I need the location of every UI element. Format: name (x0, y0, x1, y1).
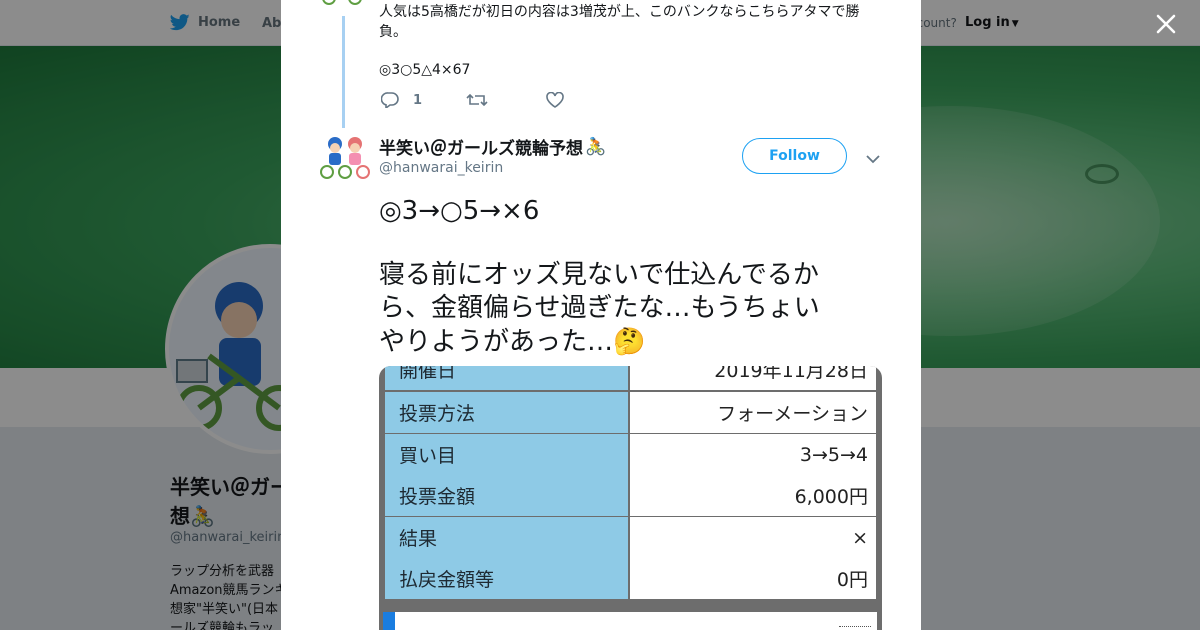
reply-count: 1 (413, 92, 423, 108)
thinking-face-emoji-icon: 🤔 (613, 327, 646, 357)
tweet-author-name-text: 半笑い＠ガールズ競輪予想 (379, 139, 583, 159)
table-row: 投票方法 フォーメーション (385, 392, 876, 433)
previous-tweet-avatar[interactable] (321, 0, 367, 8)
table-row-value: 6,000円 (630, 475, 876, 516)
table-footer-dots (839, 626, 871, 630)
table-row: 払戻金額等 0円 (385, 558, 876, 599)
table-row-value: × (630, 517, 876, 558)
tweet-text-line: 寝る前にオッズ見ないで仕込んでるか (379, 260, 819, 290)
tweet-media-image[interactable]: 開催日 2019年11月28日 投票方法 フォーメーション 買い目 3→5→4 … (379, 366, 882, 630)
table-row: 結果 × (385, 517, 876, 558)
table-row-label: 払戻金額等 (385, 558, 630, 599)
like-icon (546, 92, 564, 108)
table-row: 投票金額 6,000円 (385, 475, 876, 516)
follow-button[interactable]: Follow (742, 138, 847, 174)
tweet-more-menu[interactable] (865, 150, 881, 164)
retweet-icon (466, 93, 488, 107)
tweet-permalink-modal: 人気は5高橋だが初日の内容は3増茂が上、このバンクならこちらアタマで勝負。 ◎3… (281, 0, 921, 630)
table-row-label: 結果 (385, 517, 630, 558)
table-row: 買い目 3→5→4 (385, 434, 876, 475)
tweet-author-avatar[interactable] (319, 134, 371, 180)
table-row-value: 2019年11月28日 (630, 366, 876, 390)
tweet-text-line-last: やりようがあった…🤔 (379, 327, 646, 357)
tweet-text-line: ◎3→○5→×6 (379, 196, 540, 226)
tweet-text-line: ら、金額偏らせ過ぎたな…もうちょい (379, 293, 820, 323)
tweet-author-name[interactable]: 半笑い＠ガールズ競輪予想 🚴 (379, 134, 607, 160)
table-row-label: 買い目 (385, 434, 630, 475)
table-row: 開催日 2019年11月28日 (385, 366, 876, 390)
table-footer-bar (383, 612, 877, 630)
like-button[interactable] (546, 92, 578, 108)
close-button[interactable] (1153, 11, 1179, 37)
reply-icon (381, 92, 399, 108)
chevron-down-icon (866, 155, 880, 164)
table-row-value: 3→5→4 (630, 434, 876, 475)
close-icon (1156, 14, 1176, 34)
table-footer-marker (383, 612, 395, 630)
table-row-label: 投票方法 (385, 392, 630, 433)
table-row-label: 開催日 (385, 366, 630, 390)
thread-connector-line (342, 16, 345, 128)
table-row-value: フォーメーション (630, 392, 876, 433)
tweet-author-handle[interactable]: @hanwarai_keirin (379, 160, 503, 176)
bicycle-emoji-icon: 🚴 (585, 136, 607, 157)
previous-tweet-text: 人気は5高橋だが初日の内容は3増茂が上、このバンクならこちらアタマで勝負。 (379, 4, 860, 40)
table-row-value: 0円 (630, 558, 876, 599)
reply-button[interactable]: 1 (381, 92, 422, 108)
previous-tweet-actions: 1 (381, 92, 622, 108)
previous-tweet-marks: ◎3○5△4×67 (379, 62, 471, 78)
retweet-button[interactable] (466, 92, 502, 108)
table-row-label: 投票金額 (385, 475, 630, 516)
